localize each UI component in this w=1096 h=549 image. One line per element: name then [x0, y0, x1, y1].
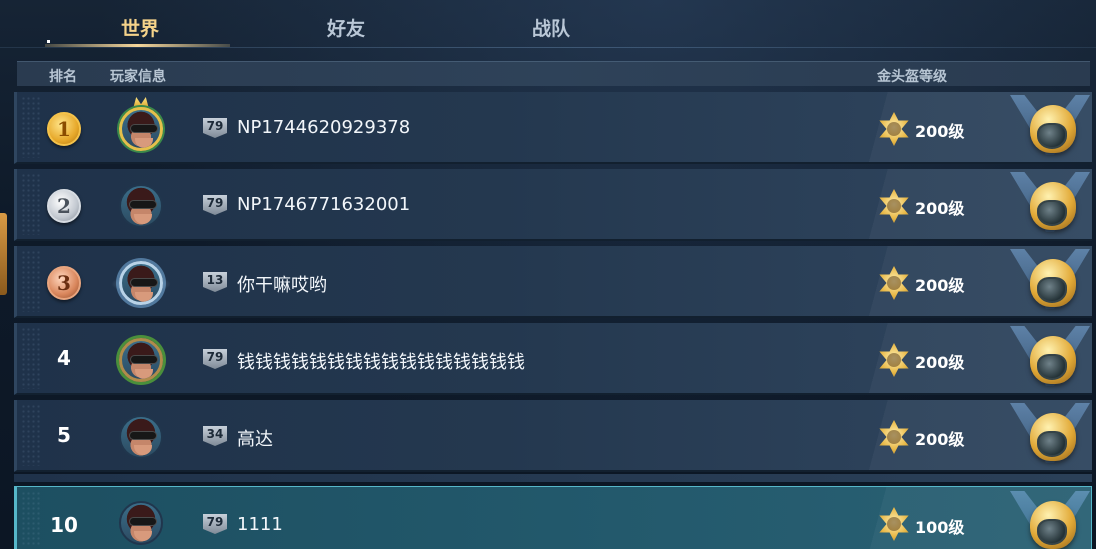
- self-rank-number: 10: [50, 513, 78, 537]
- active-tab-indicator: [45, 44, 230, 47]
- gold-star-icon: [879, 343, 909, 377]
- gold-star-icon: [879, 420, 909, 454]
- tab-world[interactable]: 世界: [80, 14, 200, 41]
- avatar[interactable]: [113, 178, 169, 234]
- tab-team[interactable]: 战队: [491, 14, 611, 41]
- tab-dot-decoration: [47, 40, 50, 43]
- gold-star-icon: [879, 507, 909, 541]
- header-helmet-level: 金头盔等级: [877, 69, 947, 85]
- gold-helmet-emblem-icon: [1010, 403, 1090, 471]
- player-name: 高达: [237, 429, 273, 450]
- gold-star-icon: [879, 189, 909, 223]
- bronze-medal-icon: 3: [47, 266, 81, 300]
- gold-helmet-emblem-icon: [1010, 326, 1090, 394]
- level-badge: 79: [203, 195, 227, 215]
- list-header: 排名 玩家信息 金头盔等级: [17, 61, 1090, 86]
- leaderboard-row[interactable]: 2 79 NP1746771632001 200级: [14, 169, 1092, 241]
- level-badge: 79: [203, 514, 227, 534]
- rank-number: 4: [57, 346, 71, 370]
- gold-helmet-emblem-icon: [1010, 172, 1090, 240]
- avatar-portrait: [119, 261, 163, 305]
- gold-helmet-emblem-icon: [1010, 491, 1090, 549]
- helmet-level-value: 200级: [915, 276, 965, 295]
- side-drawer-handle[interactable]: [0, 213, 7, 295]
- avatar-portrait: [119, 184, 163, 228]
- avatar-portrait: [119, 415, 163, 459]
- leaderboard-row[interactable]: 1 79 NP1744620929378 200级: [14, 92, 1092, 164]
- level-badge: 34: [203, 426, 227, 446]
- helmet-level-value: 200级: [915, 430, 965, 449]
- gold-helmet-emblem-icon: [1010, 249, 1090, 317]
- tab-friends[interactable]: 好友: [286, 14, 406, 41]
- silver-medal-icon: 2: [47, 189, 81, 223]
- leaderboard-row[interactable]: 5 34 高达 200级: [14, 400, 1092, 472]
- gold-helmet-emblem-icon: [1010, 95, 1090, 163]
- level-badge: 79: [203, 118, 227, 138]
- avatar[interactable]: [111, 255, 171, 311]
- avatar[interactable]: [113, 495, 169, 549]
- gold-star-icon: [879, 112, 909, 146]
- self-rank-row[interactable]: 10 79 1111 100级: [14, 486, 1092, 549]
- avatar[interactable]: [113, 101, 169, 157]
- header-player-info: 玩家信息: [110, 69, 166, 85]
- helmet-level-value: 200级: [915, 353, 965, 372]
- level-badge: 79: [203, 349, 227, 369]
- rank-number: 5: [57, 423, 71, 447]
- leaderboard-row[interactable]: 4 79 钱钱钱钱钱钱钱钱钱钱钱钱钱钱钱钱 200级: [14, 323, 1092, 395]
- header-rank: 排名: [49, 69, 77, 85]
- avatar[interactable]: [113, 332, 169, 388]
- helmet-level-value: 200级: [915, 199, 965, 218]
- level-badge: 13: [203, 272, 227, 292]
- gold-medal-icon: 1: [47, 112, 81, 146]
- player-name: NP1746771632001: [237, 194, 411, 215]
- leaderboard-row[interactable]: 3 13 你干嘛哎哟 200级: [14, 246, 1092, 318]
- next-row-peek: [14, 474, 1092, 482]
- tab-bar: 世界 好友 战队: [0, 0, 1096, 50]
- avatar-portrait: [119, 107, 163, 151]
- avatar-portrait: [119, 338, 163, 382]
- gold-star-icon: [879, 266, 909, 300]
- helmet-level-value: 100级: [915, 518, 965, 537]
- helmet-level-value: 200级: [915, 122, 965, 141]
- player-name: 1111: [237, 514, 283, 535]
- avatar-portrait: [119, 501, 163, 545]
- player-name: 你干嘛哎哟: [237, 275, 327, 296]
- leaderboard-screen: 世界 好友 战队 排名 玩家信息 金头盔等级 1 79 NP1744620929…: [0, 0, 1096, 549]
- player-name: NP1744620929378: [237, 117, 411, 138]
- avatar[interactable]: [113, 409, 169, 465]
- player-name: 钱钱钱钱钱钱钱钱钱钱钱钱钱钱钱钱: [237, 352, 525, 373]
